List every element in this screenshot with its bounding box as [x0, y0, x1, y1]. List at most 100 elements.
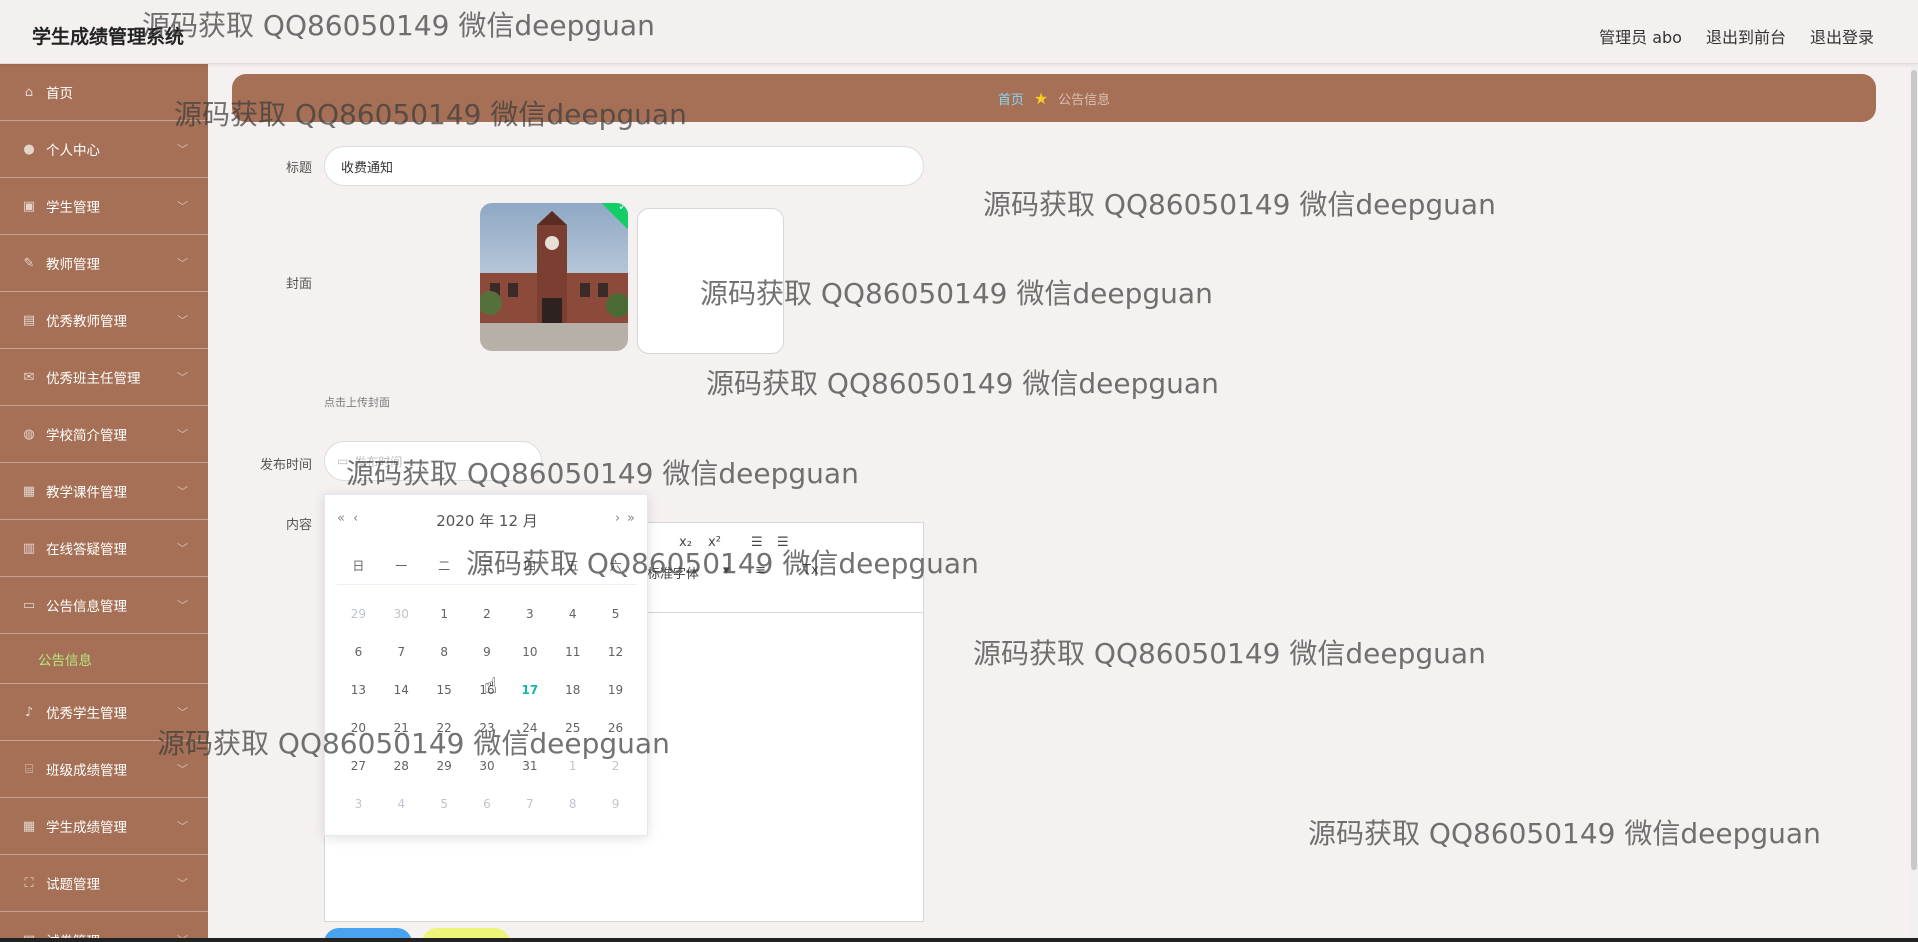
picker-day[interactable]: 13 [337, 671, 380, 709]
picker-day[interactable]: 2 [594, 747, 637, 785]
picker-day[interactable]: 12 [594, 633, 637, 671]
sidebar-item[interactable]: ◍ 学校简介管理 ﹀ [0, 406, 208, 463]
sidebar-item[interactable]: ▤ 优秀教师管理 ﹀ [0, 292, 208, 349]
picker-day[interactable]: 8 [423, 633, 466, 671]
check-icon: ✓ [618, 203, 628, 214]
scrollbar[interactable] [1910, 64, 1918, 942]
logout-link[interactable]: 退出登录 [1810, 24, 1874, 48]
picker-day[interactable]: 21 [380, 709, 423, 747]
picker-day[interactable]: 19 [594, 671, 637, 709]
picker-day-today[interactable]: 17 [508, 671, 551, 709]
sidebar: ⌂ 首页 ● 个人中心 ﹀ ▣ 学生管理 ﹀ ✎ 教师管理 ﹀ ▤ 优秀教师管理 ﹀ ✉ 优秀班主任管理 ﹀ ◍ 学… [0, 64, 208, 942]
picker-day[interactable]: 29 [423, 747, 466, 785]
sidebar-item[interactable]: ⌸ 班级成绩管理 ﹀ [0, 741, 208, 798]
scrollbar-thumb[interactable] [1911, 70, 1917, 870]
sidebar-item[interactable]: ⌂ 首页 [0, 64, 208, 121]
picker-day[interactable]: 4 [380, 785, 423, 823]
picker-day[interactable]: 30 [380, 595, 423, 633]
cover-image[interactable]: ✓ [480, 203, 628, 351]
title-input[interactable]: 收费通知 [324, 146, 924, 186]
picker-day[interactable]: 14 [380, 671, 423, 709]
picker-day[interactable]: 28 [380, 747, 423, 785]
picker-year-month[interactable]: 2020 年 12 月 [436, 510, 538, 531]
picker-day[interactable]: 1 [423, 595, 466, 633]
prev-year-button[interactable]: « [337, 511, 345, 526]
picker-day[interactable]: 6 [337, 633, 380, 671]
sidebar-item[interactable]: ✎ 教师管理 ﹀ [0, 235, 208, 292]
picker-day[interactable]: 7 [508, 785, 551, 823]
sidebar-item[interactable]: ▦ 教学课件管理 ﹀ [0, 463, 208, 520]
picker-day[interactable]: 7 [380, 633, 423, 671]
bottom-edge [0, 938, 1918, 942]
picker-day[interactable]: 27 [337, 747, 380, 785]
home-icon: ⌂ [24, 84, 34, 100]
chevron-down-icon: ﹀ [177, 257, 188, 270]
picker-day[interactable]: 29 [337, 595, 380, 633]
sidebar-item-label: 试题管理 [46, 877, 100, 893]
sidebar-item[interactable]: ⛶ 试题管理 ﹀ [0, 855, 208, 912]
award-icon: ▤ [22, 312, 36, 328]
indent-decrease-icon[interactable]: ☰ [751, 535, 763, 550]
front-link[interactable]: 退出到前台 [1706, 24, 1786, 48]
sidebar-item-label: 首页 [46, 86, 73, 102]
grid-icon: ▦ [22, 483, 36, 499]
sidebar-subitem-notice[interactable]: 公告信息 [0, 634, 208, 684]
dropdown-arrow-icon[interactable]: ▾ [723, 563, 730, 578]
monitor-icon: ▭ [22, 597, 36, 613]
picker-day[interactable]: 15 [423, 671, 466, 709]
sidebar-item-label: 学校简介管理 [46, 428, 127, 444]
chevron-down-icon: ﹀ [177, 485, 188, 498]
sidebar-item[interactable]: ✉ 优秀班主任管理 ﹀ [0, 349, 208, 406]
weekday-header: 六 [609, 559, 622, 573]
indent-increase-icon[interactable]: ☰ [777, 535, 789, 550]
picker-day[interactable]: 11 [551, 633, 594, 671]
picker-day[interactable]: 1 [551, 747, 594, 785]
hand-cursor-icon: ☝ [484, 674, 498, 699]
picker-day[interactable]: 9 [466, 633, 509, 671]
subscript-button[interactable]: x₂ [679, 535, 692, 550]
upload-cover-button[interactable] [637, 208, 784, 354]
picker-day[interactable]: 5 [594, 595, 637, 633]
picker-day[interactable]: 18 [551, 671, 594, 709]
picker-day[interactable]: 3 [337, 785, 380, 823]
picker-day[interactable]: 23 [466, 709, 509, 747]
sidebar-item[interactable]: ● 个人中心 ﹀ [0, 121, 208, 178]
picker-day[interactable]: 6 [466, 785, 509, 823]
picker-day[interactable]: 4 [551, 595, 594, 633]
picker-day[interactable]: 25 [551, 709, 594, 747]
picker-day[interactable]: 30 [466, 747, 509, 785]
picker-day[interactable]: 3 [508, 595, 551, 633]
chevron-down-icon: ﹀ [177, 371, 188, 384]
sidebar-item[interactable]: ▥ 在线答疑管理 ﹀ [0, 520, 208, 577]
picker-day[interactable]: 24 [508, 709, 551, 747]
clear-format-button[interactable]: Tx [803, 563, 819, 578]
chevron-down-icon: ﹀ [177, 706, 188, 719]
sidebar-item[interactable]: ▦ 学生成绩管理 ﹀ [0, 798, 208, 855]
picker-day[interactable]: 31 [508, 747, 551, 785]
sidebar-item-label: 在线答疑管理 [46, 542, 127, 558]
title-label: 标题 [285, 161, 312, 176]
next-month-button[interactable]: › [615, 511, 620, 526]
picker-day[interactable]: 10 [508, 633, 551, 671]
picker-day[interactable]: 9 [594, 785, 637, 823]
user-icon: ● [23, 141, 35, 157]
align-button[interactable]: ≡ [755, 563, 766, 578]
sidebar-item[interactable]: ▭ 公告信息管理 ﹀ [0, 577, 208, 634]
breadcrumb-home[interactable]: 首页 [998, 89, 1024, 108]
picker-day[interactable]: 26 [594, 709, 637, 747]
font-family-select[interactable]: 标准字体 [647, 563, 699, 582]
publish-date-input[interactable]: ▭ 发布时间 [324, 441, 542, 481]
sidebar-item[interactable]: ▣ 学生管理 ﹀ [0, 178, 208, 235]
picker-day[interactable]: 20 [337, 709, 380, 747]
admin-user-link[interactable]: 管理员 abo [1599, 24, 1682, 48]
picker-day[interactable]: 8 [551, 785, 594, 823]
picker-day[interactable]: 5 [423, 785, 466, 823]
sidebar-item[interactable]: ♪ 优秀学生管理 ﹀ [0, 684, 208, 741]
picker-weekdays: 日一二三四五六 [337, 557, 637, 585]
picker-day[interactable]: 22 [423, 709, 466, 747]
next-year-button[interactable]: » [627, 511, 635, 526]
app-title: 学生成绩管理系统 [32, 26, 185, 48]
prev-month-button[interactable]: ‹ [353, 511, 358, 526]
superscript-button[interactable]: x² [708, 535, 721, 550]
picker-day[interactable]: 2 [466, 595, 509, 633]
